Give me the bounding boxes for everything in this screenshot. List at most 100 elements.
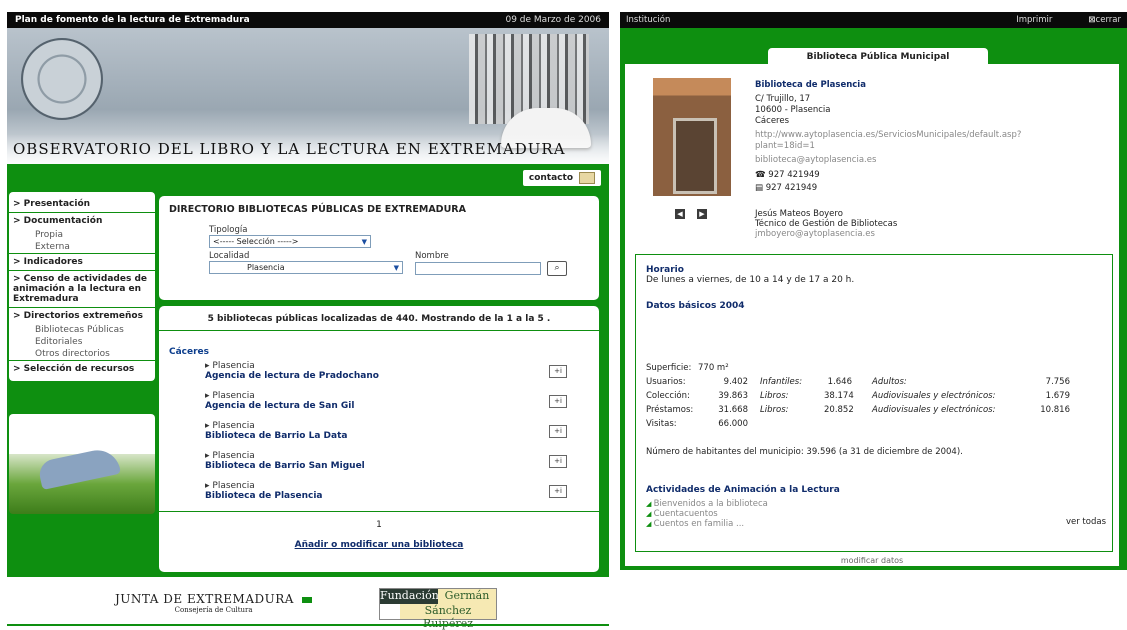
list-item[interactable]: Plasencia Agencia de lectura de San Gil … [169,391,589,411]
consejeria-name: Consejería de Cultura [174,606,253,614]
modify-data-link[interactable]: modificar datos [625,556,1119,565]
prestamos-av-value: 10.816 [1040,405,1070,415]
coleccion-av-label: Audiovisuales y electrónicos: [872,391,996,401]
library-photo [653,78,731,196]
library-province: Cáceres [755,116,790,126]
info-button[interactable]: +i [549,365,567,378]
fax-icon: ▤ [755,183,764,193]
nav-documentacion[interactable]: > Documentación [9,213,155,229]
list-item[interactable]: Cuentacuentos [646,509,768,519]
nav-indicadores[interactable]: > Indicadores [9,254,155,271]
next-arrow-icon[interactable]: ▶ [697,209,707,219]
nav-censo[interactable]: > Censo de actividades de animación a la… [9,271,155,308]
print-link[interactable]: Imprimir [1016,15,1052,25]
top-bar: Plan de fomento de la lectura de Extrema… [7,12,609,28]
close-label: cerrar [1095,15,1121,25]
item-name[interactable]: Biblioteca de Plasencia [205,491,589,501]
seal-emblem-icon [21,38,103,120]
localidad-select[interactable]: Plasencia ▼ [209,261,403,274]
junta-name: JUNTA DE EXTREMADURA [115,592,294,606]
nav-seleccion[interactable]: > Selección de recursos [9,361,155,377]
photo-navigation: ◀ ▶ [675,209,707,219]
library-contact: Jesús Mateos Boyero Técnico de Gestión d… [755,209,897,239]
item-city: Plasencia [205,451,589,461]
prestamos-libros-label: Libros: [760,405,789,415]
library-postal: 10600 - Plasencia [755,105,831,115]
institucion-link[interactable]: Institución [626,15,670,25]
superficie-label: Superficie: [646,363,692,373]
nav-otros[interactable]: Otros directorios [9,348,155,361]
library-name: Biblioteca de Plasencia [755,80,866,90]
directory-page: Plan de fomento de la lectura de Extrema… [7,12,609,630]
nav-editoriales[interactable]: Editoriales [9,336,155,348]
previous-arrow-icon[interactable]: ◀ [675,209,685,219]
ver-todas-link[interactable]: ver todas [1066,517,1106,527]
library-address: Biblioteca de Plasencia C/ Trujillo, 17 … [755,80,1055,194]
item-city: Plasencia [205,421,589,431]
current-date: 09 de Marzo de 2006 [505,15,601,25]
coleccion-value: 39.863 [718,391,748,401]
door-shape [673,118,717,194]
nombre-input[interactable] [415,262,541,275]
list-item[interactable]: Plasencia Biblioteca de Barrio La Data +… [169,421,589,441]
prestamos-libros-value: 20.852 [824,405,854,415]
close-icon: ⊠ [1088,15,1096,25]
localidad-value: Plasencia [247,263,285,272]
chevron-down-icon: ▼ [393,263,399,272]
page-number[interactable]: 1 [169,520,589,530]
item-name[interactable]: Agencia de lectura de San Gil [205,401,589,411]
tipologia-select[interactable]: <----- Selección -----> ▼ [209,235,371,248]
item-city: Plasencia [205,361,589,371]
detail-top-bar: Institución Imprimir ⊠cerrar [620,12,1127,28]
usuarios-adultos-value: 7.756 [1045,377,1070,387]
contact-email[interactable]: jmboyero@aytoplasencia.es [755,229,897,239]
habitantes-text: Número de habitantes del municipio: 39.5… [646,447,963,457]
nav-propia[interactable]: Propia [9,229,155,241]
library-card: ◀ ▶ Biblioteca de Plasencia C/ Trujillo,… [625,64,1119,566]
search-button[interactable]: ⌕ [547,261,567,276]
horario-text: De lunes a viernes, de 10 a 14 y de 17 a… [646,275,855,285]
item-city: Plasencia [205,391,589,401]
nav-externa[interactable]: Externa [9,241,155,254]
results-panel: 5 bibliotecas públicas localizadas de 44… [159,306,599,572]
info-button[interactable]: +i [549,395,567,408]
library-url[interactable]: http://www.aytoplasencia.es/ServiciosMun… [755,130,1055,152]
list-item[interactable]: Plasencia Biblioteca de Barrio San Migue… [169,451,589,471]
nav-directorios[interactable]: > Directorios extremeños [9,308,155,324]
usuarios-adultos-label: Adultos: [872,377,907,387]
item-name[interactable]: Biblioteca de Barrio San Miguel [205,461,589,471]
visitas-value: 66.000 [718,419,748,429]
item-name[interactable]: Agencia de lectura de Pradochano [205,371,589,381]
prestamos-label: Préstamos: [646,405,694,415]
info-button[interactable]: +i [549,455,567,468]
item-city: Plasencia [205,481,589,491]
nav-bibliotecas[interactable]: Bibliotecas Públicas [9,324,155,336]
fgsr-logo: Fundación Germán Sánchez Ruipérez [379,588,497,630]
library-email[interactable]: biblioteca@aytoplasencia.es [755,155,1055,166]
list-item[interactable]: Bienvenidos a la biblioteca [646,499,768,509]
library-fax: 927 421949 [765,183,818,193]
info-button[interactable]: +i [549,425,567,438]
info-button[interactable]: +i [549,485,567,498]
province-heading: Cáceres [169,347,210,357]
tab-biblioteca[interactable]: Biblioteca Pública Municipal [768,48,988,64]
datos-title: Datos básicos 2004 [646,301,745,311]
chevron-down-icon: ▼ [361,237,367,246]
search-panel: DIRECTORIO BIBLIOTECAS PÚBLICAS DE EXTRE… [159,196,599,300]
junta-logo: JUNTA DE EXTREMADURA Consejería de Cultu… [115,592,313,614]
list-item[interactable]: Plasencia Biblioteca de Plasencia +i [169,481,589,501]
contact-role: Técnico de Gestión de Bibliotecas [755,219,898,229]
nav-presentacion[interactable]: > Presentación [9,196,155,213]
add-library-link[interactable]: Añadir o modificar una biblioteca [169,540,589,550]
list-item[interactable]: Plasencia Agencia de lectura de Pradocha… [169,361,589,381]
contact-button[interactable]: contacto [522,170,601,186]
item-name[interactable]: Biblioteca de Barrio La Data [205,431,589,441]
actividades-title: Actividades de Animación a la Lectura [646,485,840,495]
reading-person-image [9,414,155,514]
list-item[interactable]: Cuentos en familia ... [646,519,768,529]
close-button[interactable]: ⊠cerrar [1088,15,1121,25]
superficie-value: 770 m² [698,363,729,373]
results-summary: 5 bibliotecas públicas localizadas de 44… [207,314,551,324]
directory-title: DIRECTORIO BIBLIOTECAS PÚBLICAS DE EXTRE… [169,204,466,215]
site-title: Plan de fomento de la lectura de Extrema… [15,15,250,25]
